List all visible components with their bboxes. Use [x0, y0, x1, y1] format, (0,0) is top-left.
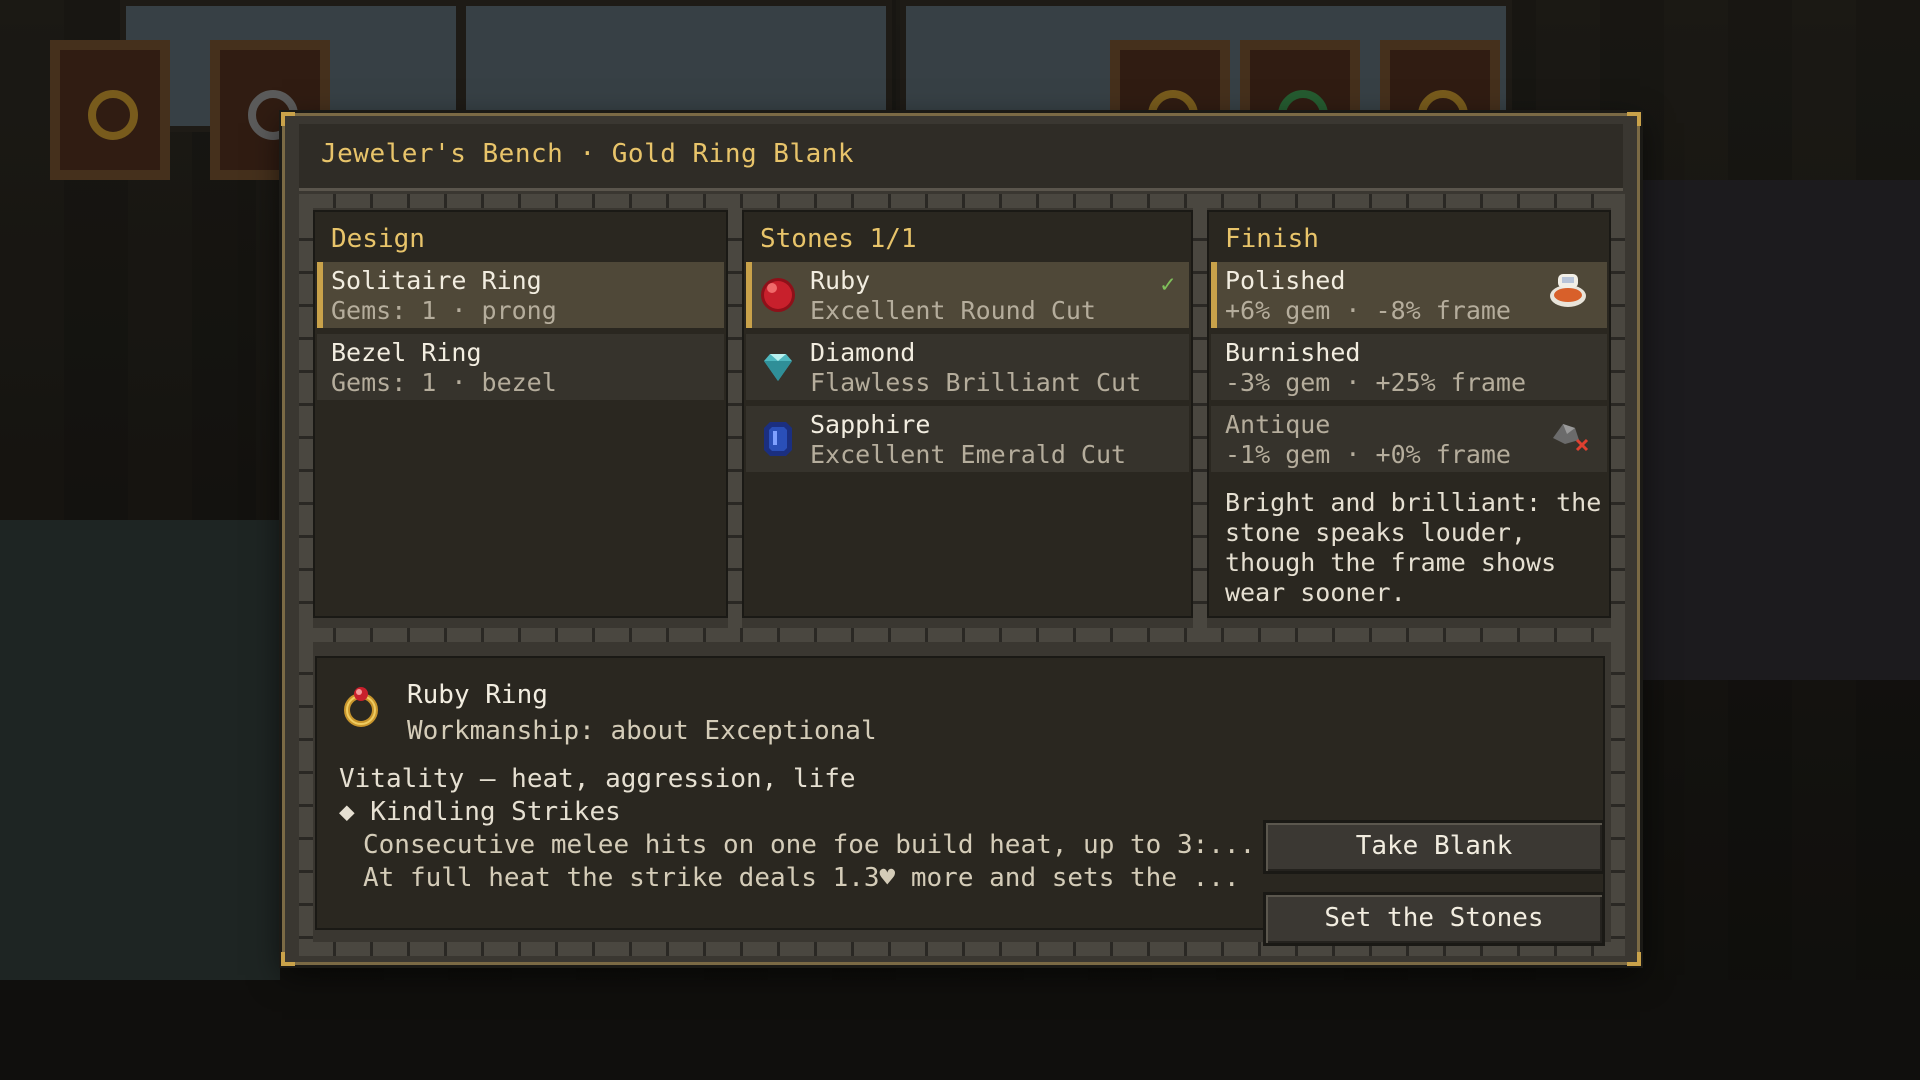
stones-column: Stones 1/1 Ruby Excellent Round Cut ✓ Di… — [742, 210, 1193, 618]
design-item-detail: Gems: 1 · bezel — [331, 368, 557, 397]
result-panel: Ruby Ring Workmanship: about Exceptional… — [315, 656, 1605, 930]
design-header: Design — [331, 224, 425, 254]
stone-item-name: Ruby — [810, 266, 871, 295]
finish-item-name: Burnished — [1225, 338, 1361, 367]
design-item-solitaire[interactable]: Solitaire Ring Gems: 1 · prong — [317, 262, 724, 328]
stones-header: Stones 1/1 — [760, 224, 917, 254]
brick-trim — [1611, 208, 1625, 628]
checkmark-icon: ✓ — [1160, 270, 1175, 298]
design-column: Design Solitaire Ring Gems: 1 · prong Be… — [313, 210, 728, 618]
panel-title: Jeweler's Bench · Gold Ring Blank — [321, 139, 855, 169]
design-item-name: Solitaire Ring — [331, 266, 542, 295]
ability-description-line: At full heat the strike deals 1.3♥ more … — [363, 863, 1240, 893]
stone-item-detail: Excellent Emerald Cut — [810, 440, 1127, 469]
result-trait: Vitality — heat, aggression, life — [339, 764, 856, 794]
finish-item-polished[interactable]: Polished +6% gem · -8% frame — [1211, 262, 1607, 328]
finish-item-name: Antique — [1225, 410, 1331, 439]
missing-material-icon — [1553, 424, 1589, 452]
finish-item-detail: -3% gem · +25% frame — [1225, 368, 1527, 397]
stone-item-name: Sapphire — [810, 410, 931, 439]
finish-description: Bright and brilliant: the stone speaks l… — [1225, 488, 1602, 607]
jeweler-bench-panel: Jeweler's Bench · Gold Ring Blank Design… — [281, 112, 1641, 966]
stone-item-sapphire[interactable]: Sapphire Excellent Emerald Cut — [746, 406, 1189, 472]
brick-trim — [299, 194, 1625, 208]
take-blank-button[interactable]: Take Blank — [1263, 820, 1605, 874]
finish-item-name: Polished — [1225, 266, 1346, 295]
sapphire-icon — [764, 422, 792, 456]
ability-description-line: Consecutive melee hits on one foe build … — [363, 830, 1256, 860]
stone-item-name: Diamond — [810, 338, 916, 367]
result-name: Ruby Ring — [407, 680, 548, 710]
brick-trim — [1193, 208, 1207, 628]
stone-item-ruby[interactable]: Ruby Excellent Round Cut ✓ — [746, 262, 1189, 328]
title-bar: Jeweler's Bench · Gold Ring Blank — [299, 124, 1623, 191]
design-item-bezel[interactable]: Bezel Ring Gems: 1 · bezel — [317, 334, 724, 400]
brick-trim — [299, 208, 313, 628]
diamond-icon — [764, 354, 792, 381]
finish-item-burnished[interactable]: Burnished -3% gem · +25% frame — [1211, 334, 1607, 400]
stone-item-detail: Excellent Round Cut — [810, 296, 1096, 325]
brick-trim — [1611, 642, 1625, 942]
ruby-ring-icon — [344, 687, 378, 727]
design-item-name: Bezel Ring — [331, 338, 482, 367]
set-stones-button[interactable]: Set the Stones — [1263, 892, 1605, 946]
finish-item-detail: -1% gem · +0% frame — [1225, 440, 1511, 469]
finish-column: Finish Polished +6% gem · -8% frame Burn… — [1207, 210, 1611, 618]
design-item-detail: Gems: 1 · prong — [331, 296, 557, 325]
polish-cloth-icon — [1550, 274, 1586, 307]
brick-trim — [299, 628, 1625, 642]
result-ability: ◆ Kindling Strikes — [339, 797, 621, 827]
finish-item-detail: +6% gem · -8% frame — [1225, 296, 1511, 325]
brick-trim — [728, 208, 742, 628]
finish-item-antique[interactable]: Antique -1% gem · +0% frame — [1211, 406, 1607, 472]
ruby-icon — [761, 278, 795, 312]
brick-trim — [299, 642, 313, 942]
stone-item-detail: Flawless Brilliant Cut — [810, 368, 1142, 397]
stone-item-diamond[interactable]: Diamond Flawless Brilliant Cut — [746, 334, 1189, 400]
finish-header: Finish — [1225, 224, 1319, 254]
result-workmanship: Workmanship: about Exceptional — [407, 716, 877, 746]
